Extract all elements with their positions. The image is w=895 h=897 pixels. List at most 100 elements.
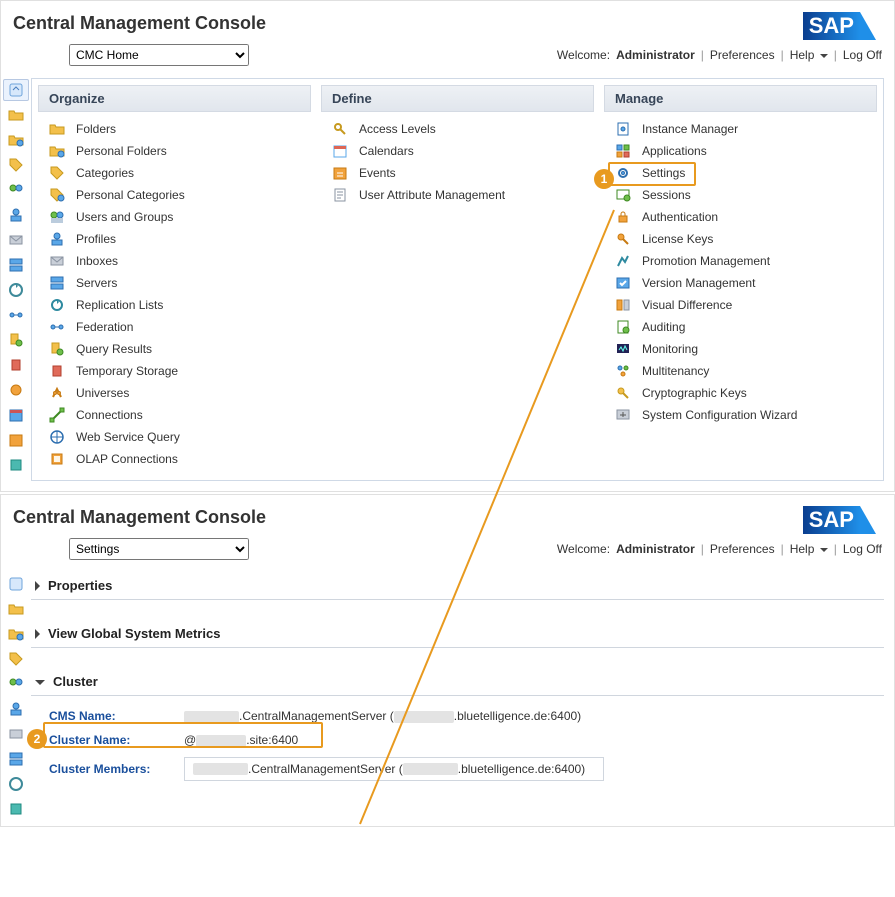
chevron-down-icon xyxy=(820,54,828,58)
define-item-user-attribute-management[interactable]: User Attribute Management xyxy=(321,184,594,206)
item-label: Cryptographic Keys xyxy=(642,386,747,400)
help-menu[interactable]: Help xyxy=(790,542,828,556)
cluster-members-label: Cluster Members: xyxy=(49,762,184,776)
rail-profiles-icon[interactable] xyxy=(3,204,29,226)
rail-personal-folder-icon[interactable] xyxy=(3,623,29,645)
organize-item-inboxes[interactable]: Inboxes xyxy=(38,250,311,272)
manage-item-authentication[interactable]: Authentication xyxy=(604,206,877,228)
organize-item-folders[interactable]: Folders xyxy=(38,118,311,140)
preferences-link[interactable]: Preferences xyxy=(710,542,775,556)
rail-categories-icon[interactable] xyxy=(3,154,29,176)
manage-item-promotion-management[interactable]: Promotion Management xyxy=(604,250,877,272)
rail-replication-icon[interactable] xyxy=(3,773,29,795)
rail-events-icon[interactable] xyxy=(3,429,29,451)
organize-item-personal-folders[interactable]: Personal Folders xyxy=(38,140,311,162)
manage-item-instance-manager[interactable]: Instance Manager xyxy=(604,118,877,140)
apps-icon xyxy=(614,143,632,159)
rail-temp-icon[interactable] xyxy=(3,354,29,376)
organize-item-connections[interactable]: Connections xyxy=(38,404,311,426)
section-cluster[interactable]: Cluster xyxy=(31,668,884,696)
rail-misc-icon[interactable] xyxy=(3,454,29,476)
organize-column: Organize FoldersPersonal FoldersCategori… xyxy=(38,85,311,470)
manage-item-cryptographic-keys[interactable]: Cryptographic Keys xyxy=(604,382,877,404)
side-rail xyxy=(1,76,31,491)
organize-item-olap-connections[interactable]: OLAP Connections xyxy=(38,448,311,470)
logoff-link[interactable]: Log Off xyxy=(843,48,882,62)
rail-inbox-icon[interactable] xyxy=(3,229,29,251)
rail-universe-icon[interactable] xyxy=(3,379,29,401)
manage-item-applications[interactable]: Applications xyxy=(604,140,877,162)
item-label: Users and Groups xyxy=(76,210,173,224)
item-label: Replication Lists xyxy=(76,298,163,312)
section-properties[interactable]: Properties xyxy=(31,572,884,600)
organize-item-query-results[interactable]: Query Results xyxy=(38,338,311,360)
item-label: Instance Manager xyxy=(642,122,738,136)
organize-item-web-service-query[interactable]: Web Service Query xyxy=(38,426,311,448)
rail-folder-icon[interactable] xyxy=(3,598,29,620)
organize-item-temporary-storage[interactable]: Temporary Storage xyxy=(38,360,311,382)
rail-query-icon[interactable] xyxy=(3,329,29,351)
rail-folder-icon[interactable] xyxy=(3,104,29,126)
logoff-link[interactable]: Log Off xyxy=(843,542,882,556)
nav-select-settings[interactable]: Settings xyxy=(69,538,249,560)
organize-item-personal-categories[interactable]: Personal Categories xyxy=(38,184,311,206)
organize-item-users-and-groups[interactable]: Users and Groups xyxy=(38,206,311,228)
manage-item-sessions[interactable]: Sessions xyxy=(604,184,877,206)
organize-item-servers[interactable]: Servers xyxy=(38,272,311,294)
rail-home-icon[interactable] xyxy=(3,79,29,101)
item-label: Personal Categories xyxy=(76,188,185,202)
rail-misc-icon[interactable] xyxy=(3,798,29,820)
rail-servers-icon[interactable] xyxy=(3,748,29,770)
manage-item-multitenancy[interactable]: Multitenancy xyxy=(604,360,877,382)
syswiz-icon xyxy=(614,407,632,423)
define-column: Define Access LevelsCalendarsEventsUser … xyxy=(321,85,594,470)
cms-name-label: CMS Name: xyxy=(49,709,184,723)
rail-profiles-icon[interactable] xyxy=(3,698,29,720)
rail-servers-icon[interactable] xyxy=(3,254,29,276)
define-item-calendars[interactable]: Calendars xyxy=(321,140,594,162)
welcome-bar: Welcome: Administrator | Preferences | H… xyxy=(557,48,882,62)
rail-home-icon[interactable] xyxy=(3,573,29,595)
help-menu[interactable]: Help xyxy=(790,48,828,62)
rail-inbox-icon[interactable] xyxy=(3,723,29,745)
item-label: Sessions xyxy=(642,188,691,202)
manage-item-license-keys[interactable]: License Keys xyxy=(604,228,877,250)
server-icon xyxy=(48,275,66,291)
instance-icon xyxy=(614,121,632,137)
item-label: License Keys xyxy=(642,232,713,246)
organize-item-categories[interactable]: Categories xyxy=(38,162,311,184)
rail-calendar-icon[interactable] xyxy=(3,404,29,426)
manage-item-settings[interactable]: Settings xyxy=(604,162,877,184)
redacted-text xyxy=(403,763,458,775)
settings-panel: Central Management Console SAP Settings … xyxy=(0,494,895,827)
visdiff-icon xyxy=(614,297,632,313)
tag-icon xyxy=(48,165,66,181)
preferences-link[interactable]: Preferences xyxy=(710,48,775,62)
item-label: Personal Folders xyxy=(76,144,167,158)
rail-users-icon[interactable] xyxy=(3,673,29,695)
organize-item-profiles[interactable]: Profiles xyxy=(38,228,311,250)
organize-item-replication-lists[interactable]: Replication Lists xyxy=(38,294,311,316)
rail-users-icon[interactable] xyxy=(3,179,29,201)
inbox-icon xyxy=(48,253,66,269)
rail-categories-icon[interactable] xyxy=(3,648,29,670)
define-item-events[interactable]: Events xyxy=(321,162,594,184)
rail-federation-icon[interactable] xyxy=(3,304,29,326)
manage-item-version-management[interactable]: Version Management xyxy=(604,272,877,294)
item-label: Web Service Query xyxy=(76,430,180,444)
manage-item-system-configuration-wizard[interactable]: System Configuration Wizard xyxy=(604,404,877,426)
cluster-members-row: Cluster Members: .CentralManagementServe… xyxy=(49,752,884,786)
folder-icon xyxy=(48,121,66,137)
define-item-access-levels[interactable]: Access Levels xyxy=(321,118,594,140)
license-icon xyxy=(614,231,632,247)
rail-replication-icon[interactable] xyxy=(3,279,29,301)
manage-item-monitoring[interactable]: Monitoring xyxy=(604,338,877,360)
organize-item-federation[interactable]: Federation xyxy=(38,316,311,338)
item-label: Access Levels xyxy=(359,122,436,136)
organize-item-universes[interactable]: Universes xyxy=(38,382,311,404)
manage-item-visual-difference[interactable]: Visual Difference xyxy=(604,294,877,316)
manage-item-auditing[interactable]: Auditing xyxy=(604,316,877,338)
section-metrics[interactable]: View Global System Metrics xyxy=(31,620,884,648)
nav-select[interactable]: CMC Home xyxy=(69,44,249,66)
rail-personal-folder-icon[interactable] xyxy=(3,129,29,151)
